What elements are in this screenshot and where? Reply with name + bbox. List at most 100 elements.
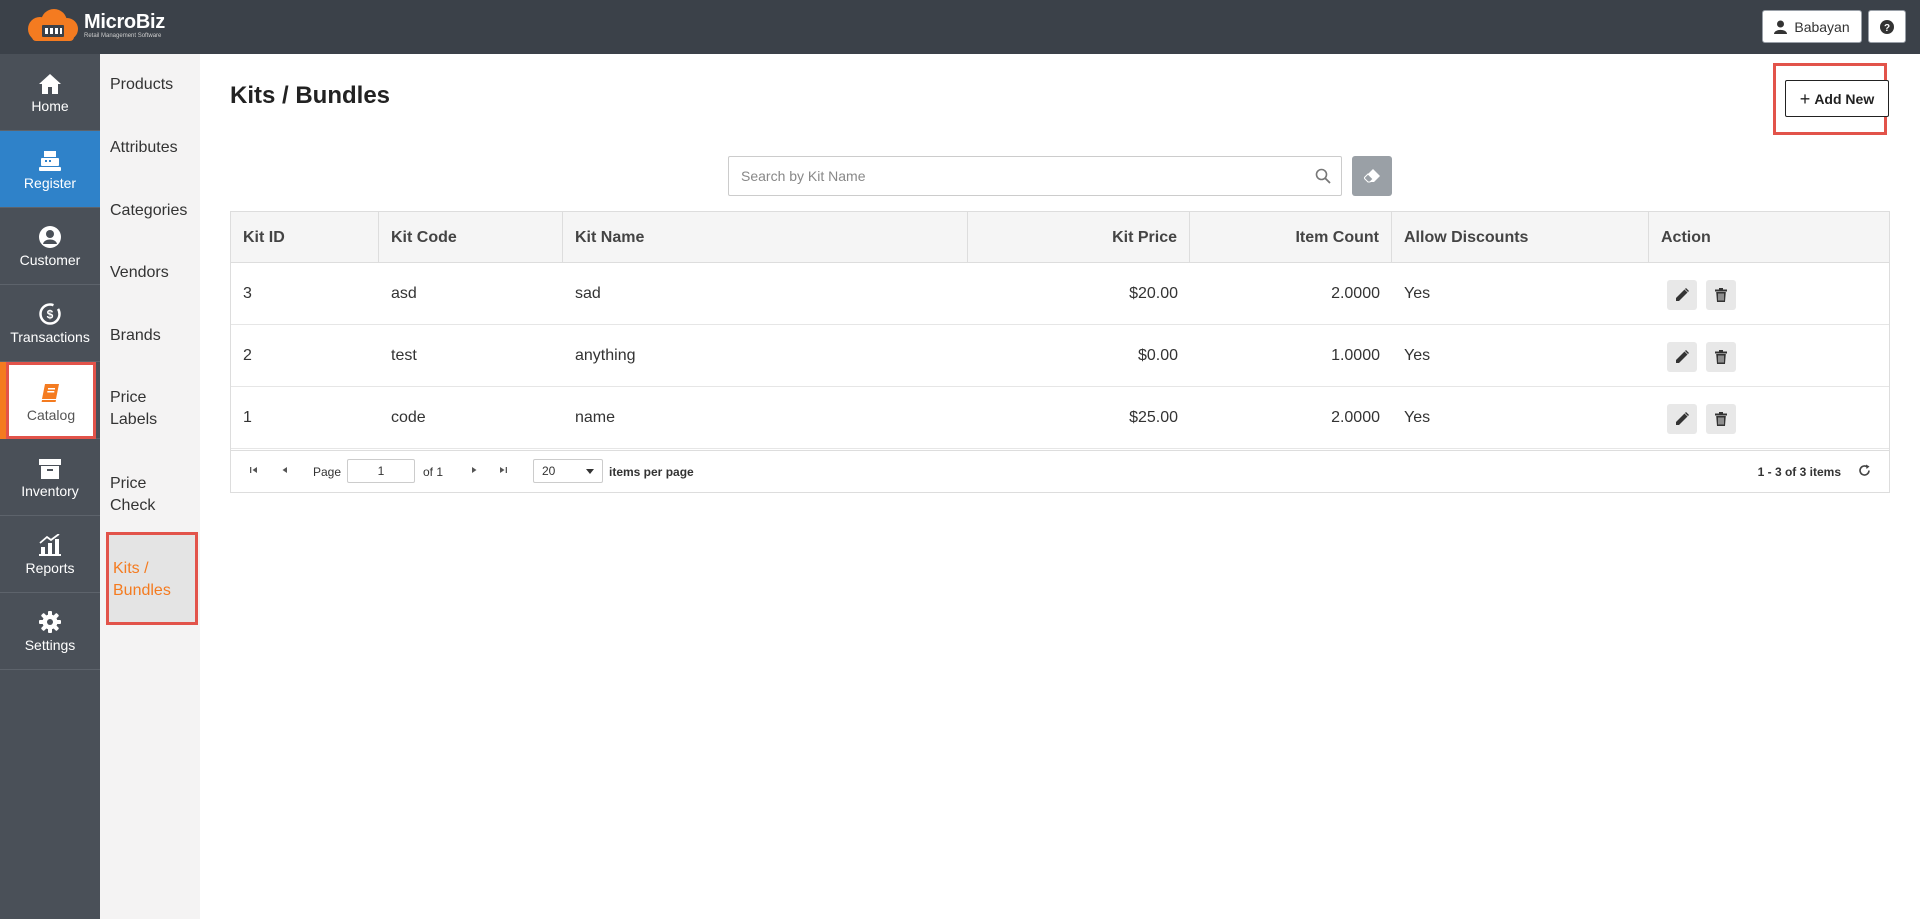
reports-icon: [39, 534, 61, 556]
cell-kit-id: 2: [243, 347, 252, 364]
items-per-page-label: items per page: [609, 465, 694, 479]
cell-kit-code: asd: [391, 285, 417, 302]
col-kit-code[interactable]: Kit Code: [379, 212, 563, 263]
subnav-categories[interactable]: Categories: [110, 200, 200, 222]
col-allow-discounts[interactable]: Allow Discounts: [1392, 212, 1649, 263]
search-icon[interactable]: [1315, 168, 1331, 184]
top-bar: MicroBiz Retail Management Software Baba…: [0, 0, 1920, 54]
user-icon: [1774, 20, 1788, 34]
nav-transactions-label: Transactions: [10, 329, 90, 345]
page-number-input[interactable]: 1: [347, 459, 415, 483]
main-sidebar: Home Register Customer $ Transactions Ca…: [0, 54, 100, 919]
cell-kit-price: $25.00: [1129, 409, 1178, 426]
subnav-products[interactable]: Products: [110, 74, 200, 96]
trash-icon: [1715, 412, 1727, 426]
nav-inventory[interactable]: Inventory: [0, 439, 100, 516]
svg-text:?: ?: [1884, 23, 1890, 34]
edit-button[interactable]: [1667, 280, 1697, 310]
subnav-price-labels[interactable]: Price Labels: [110, 387, 180, 431]
trash-icon: [1715, 350, 1727, 364]
user-menu-button[interactable]: Babayan: [1762, 10, 1862, 43]
catalog-subnav: Products Attributes Categories Vendors B…: [100, 54, 200, 919]
cell-kit-price: $0.00: [1137, 347, 1178, 364]
catalog-icon: [41, 383, 59, 402]
chevron-down-icon: [586, 469, 594, 474]
subnav-brands[interactable]: Brands: [110, 325, 200, 347]
nav-customer[interactable]: Customer: [0, 208, 100, 285]
table-row[interactable]: 3 asd sad $20.00 2.0000 Yes: [231, 263, 1889, 325]
items-per-page-value: 20: [542, 464, 556, 478]
prev-page-icon[interactable]: [280, 465, 290, 475]
inventory-icon: [39, 459, 61, 479]
pager-summary: 1 - 3 of 3 items: [1757, 465, 1841, 479]
cell-allow-discounts: Yes: [1404, 409, 1431, 426]
svg-text:$: $: [47, 308, 54, 322]
col-kit-name[interactable]: Kit Name: [563, 212, 968, 263]
transactions-icon: $: [39, 303, 61, 325]
edit-button[interactable]: [1667, 342, 1697, 372]
nav-home-label: Home: [31, 98, 69, 114]
pencil-icon: [1676, 350, 1689, 363]
logo[interactable]: MicroBiz Retail Management Software: [22, 8, 165, 42]
nav-register[interactable]: Register: [0, 131, 100, 208]
next-page-icon[interactable]: [469, 465, 479, 475]
subnav-kits-bundles[interactable]: Kits / Bundles: [106, 532, 198, 625]
nav-inventory-label: Inventory: [21, 483, 79, 499]
page-label: Page: [313, 465, 342, 479]
clear-search-button[interactable]: [1352, 156, 1392, 196]
cell-allow-discounts: Yes: [1404, 285, 1431, 302]
brand-name: MicroBiz: [84, 10, 165, 33]
nav-home[interactable]: Home: [0, 54, 100, 131]
add-new-label: Add New: [1814, 90, 1875, 107]
help-icon: ?: [1880, 19, 1894, 34]
cell-item-count: 2.0000: [1331, 285, 1380, 302]
nav-catalog[interactable]: Catalog: [0, 362, 100, 439]
delete-button[interactable]: [1706, 342, 1736, 372]
search-input[interactable]: [729, 157, 1289, 195]
cell-item-count: 1.0000: [1331, 347, 1380, 364]
pencil-icon: [1676, 412, 1689, 425]
cell-kit-name: name: [575, 409, 616, 426]
col-kit-price[interactable]: Kit Price: [968, 212, 1190, 263]
nav-customer-label: Customer: [19, 252, 81, 268]
help-button[interactable]: ?: [1868, 10, 1906, 43]
cell-allow-discounts: Yes: [1404, 347, 1431, 364]
cloud-register-icon: [22, 8, 82, 42]
cell-kit-name: anything: [575, 347, 636, 364]
items-per-page-select[interactable]: 20: [533, 459, 603, 483]
first-page-icon[interactable]: [249, 465, 259, 475]
eraser-icon: [1364, 169, 1380, 183]
delete-button[interactable]: [1706, 404, 1736, 434]
col-action: Action: [1661, 229, 1711, 246]
table-row[interactable]: 2 test anything $0.00 1.0000 Yes: [231, 325, 1889, 387]
nav-transactions[interactable]: $ Transactions: [0, 285, 100, 362]
kits-table: Kit ID Kit Code Kit Name Kit Price Item …: [230, 211, 1890, 493]
subnav-vendors[interactable]: Vendors: [110, 262, 200, 284]
subnav-price-check[interactable]: Price Check: [110, 473, 180, 517]
cell-kit-price: $20.00: [1129, 285, 1178, 302]
subnav-attributes[interactable]: Attributes: [110, 137, 200, 159]
search-box: [728, 156, 1342, 196]
cell-kit-id: 3: [243, 285, 252, 302]
nav-reports-label: Reports: [25, 560, 75, 576]
nav-settings[interactable]: Settings: [0, 593, 100, 670]
table-header: Kit ID Kit Code Kit Name Kit Price Item …: [231, 212, 1889, 263]
nav-settings-label: Settings: [24, 637, 76, 653]
delete-button[interactable]: [1706, 280, 1736, 310]
nav-catalog-label: Catalog: [26, 406, 76, 423]
col-item-count[interactable]: Item Count: [1190, 212, 1392, 263]
settings-icon: [39, 611, 61, 633]
edit-button[interactable]: [1667, 404, 1697, 434]
table-row[interactable]: 1 code name $25.00 2.0000 Yes: [231, 387, 1889, 449]
cell-kit-code: code: [391, 409, 426, 426]
plus-icon: +: [1799, 88, 1811, 109]
pencil-icon: [1676, 288, 1689, 301]
cell-kit-id: 1: [243, 409, 252, 426]
col-kit-id[interactable]: Kit ID: [231, 212, 379, 263]
add-new-button[interactable]: + Add New: [1785, 80, 1889, 117]
nav-reports[interactable]: Reports: [0, 516, 100, 593]
refresh-icon[interactable]: [1858, 464, 1871, 477]
home-icon: [39, 74, 61, 94]
last-page-icon[interactable]: [498, 465, 508, 475]
cell-kit-name: sad: [575, 285, 601, 302]
